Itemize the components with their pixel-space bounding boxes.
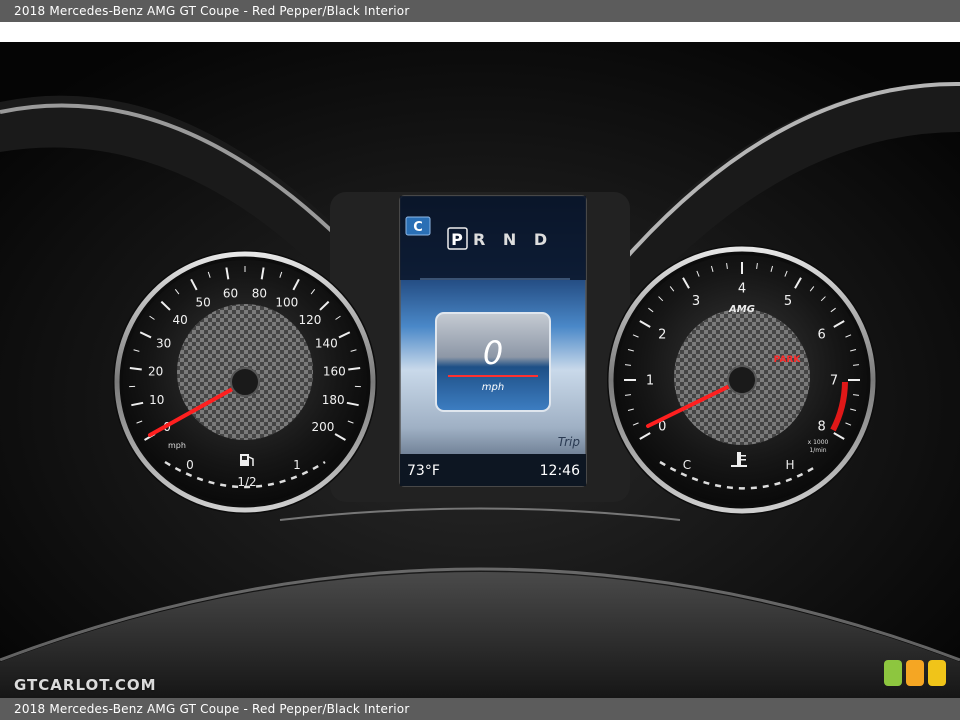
tick-label: 5 bbox=[784, 294, 792, 309]
caption-text-bottom: 2018 Mercedes-Benz AMG GT Coupe - Red Pe… bbox=[14, 702, 410, 716]
green-dot bbox=[884, 660, 902, 686]
coolant-hot-label: H bbox=[785, 458, 794, 472]
speedo-hub bbox=[230, 367, 260, 397]
tick-label: 160 bbox=[323, 364, 346, 378]
tacho-unit-line1: x 1000 bbox=[808, 439, 829, 446]
tick-label: 100 bbox=[275, 296, 298, 310]
tick-label: 10 bbox=[149, 393, 164, 407]
speed-unit: mph bbox=[482, 382, 504, 393]
tick-label: 80 bbox=[252, 286, 267, 300]
site-logo-dots bbox=[884, 660, 948, 686]
tacho-unit-line2: 1/min bbox=[809, 447, 826, 454]
coolant-cold-label: C bbox=[683, 458, 691, 472]
outside-temperature: 73°F bbox=[407, 463, 440, 479]
tacho-hub bbox=[727, 365, 757, 395]
speedo-unit: mph bbox=[168, 441, 186, 450]
tick-label: 6 bbox=[818, 328, 826, 343]
mode-badge: C bbox=[413, 220, 423, 235]
caption-bar-top: 2018 Mercedes-Benz AMG GT Coupe - Red Pe… bbox=[0, 0, 960, 22]
tick-label: 60 bbox=[223, 286, 238, 300]
tick-label: 8 bbox=[818, 420, 826, 435]
tick-label: 140 bbox=[315, 337, 338, 351]
speedometer: 010203040506080100120140160180200 mph 0 … bbox=[113, 250, 377, 514]
tick-label: 180 bbox=[322, 393, 345, 407]
park-warning: PARK bbox=[774, 355, 802, 365]
watermark: GTCARLOT.COM bbox=[14, 676, 157, 694]
orange-dot bbox=[906, 660, 924, 686]
amg-logo: AMG bbox=[728, 304, 755, 315]
gear-park: P bbox=[451, 230, 463, 249]
tick-label: 120 bbox=[298, 313, 321, 327]
speed-value: 0 bbox=[483, 334, 503, 372]
gear-others: R N D bbox=[473, 230, 553, 249]
dashboard-photo: 010203040506080100120140160180200 mph 0 … bbox=[0, 42, 960, 698]
tick-label: 7 bbox=[830, 374, 838, 389]
fuel-half-label: 1/2 bbox=[237, 475, 256, 489]
tick-label: 40 bbox=[172, 313, 187, 327]
tick-label: 2 bbox=[658, 328, 666, 343]
yellow-dot bbox=[928, 660, 946, 686]
tick-label: 20 bbox=[148, 364, 163, 378]
tick-label: 4 bbox=[738, 282, 746, 297]
center-display: C P R N D 0 mph Trip 73°F 12:46 bbox=[399, 195, 587, 487]
tick-label: 1 bbox=[646, 374, 654, 389]
fuel-full-label: 1 bbox=[293, 458, 301, 472]
tick-label: 3 bbox=[692, 294, 700, 309]
caption-bar-bottom: 2018 Mercedes-Benz AMG GT Coupe - Red Pe… bbox=[0, 698, 960, 720]
tick-label: 30 bbox=[156, 337, 171, 351]
tick-label: 200 bbox=[311, 420, 334, 434]
tick-label: 50 bbox=[196, 296, 211, 310]
fuel-empty-label: 0 bbox=[186, 458, 194, 472]
clock: 12:46 bbox=[540, 463, 580, 479]
tachometer: 012345678 AMG PARK x 1000 1/min C H bbox=[607, 245, 877, 515]
trip-label: Trip bbox=[558, 435, 581, 449]
caption-text: 2018 Mercedes-Benz AMG GT Coupe - Red Pe… bbox=[14, 4, 410, 18]
